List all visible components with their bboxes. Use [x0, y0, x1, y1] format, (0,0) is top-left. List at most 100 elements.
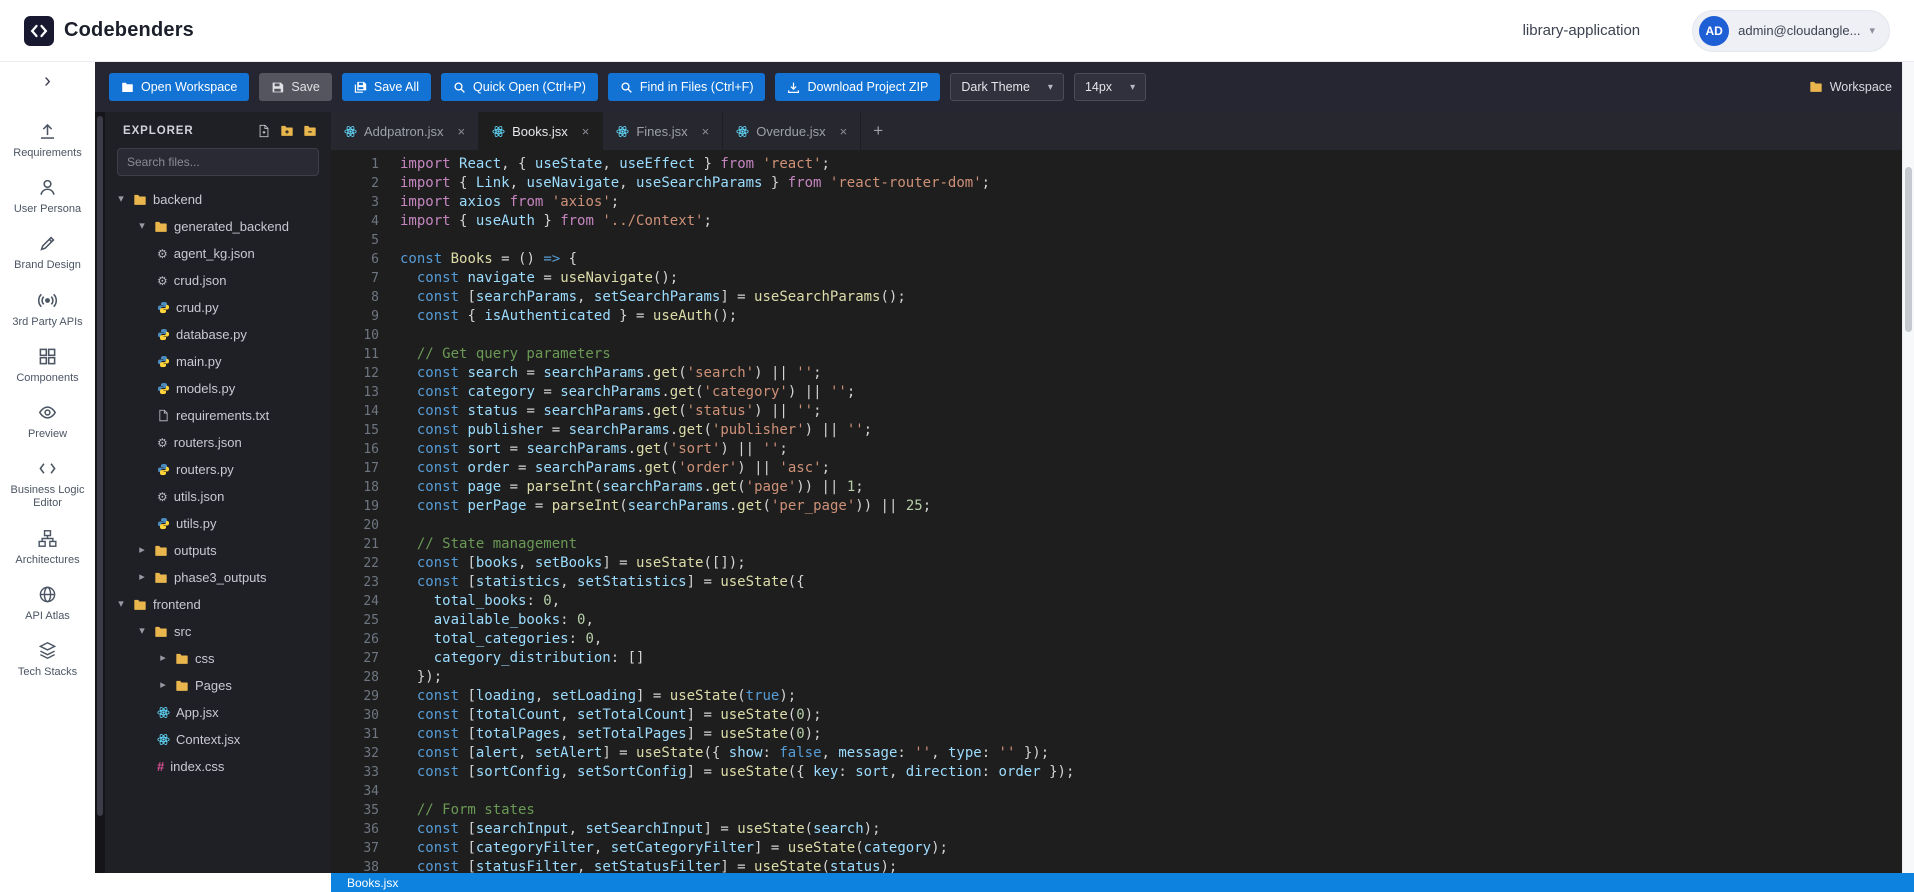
new-tab-button[interactable]: +	[861, 112, 895, 150]
code-line[interactable]: 28 });	[331, 668, 1914, 687]
collapse-folders-button[interactable]	[303, 124, 317, 138]
code-line[interactable]: 12 const search = searchParams.get('sear…	[331, 364, 1914, 383]
code-line[interactable]: 20	[331, 516, 1914, 535]
tree-file-utils.json[interactable]: ⚙ utils.json	[105, 483, 331, 510]
code-line[interactable]: 11 // Get query parameters	[331, 345, 1914, 364]
code-line[interactable]: 33 const [sortConfig, setSortConfig] = u…	[331, 763, 1914, 782]
code-line[interactable]: 31 const [totalPages, setTotalPages] = u…	[331, 725, 1914, 744]
tree-file-routers.py[interactable]: routers.py	[105, 456, 331, 483]
code-line[interactable]: 16 const sort = searchParams.get('sort')…	[331, 440, 1914, 459]
code-line[interactable]: 8 const [searchParams, setSearchParams] …	[331, 288, 1914, 307]
tree-folder-css[interactable]: ▸ css	[105, 645, 331, 672]
tree-folder-outputs[interactable]: ▸ outputs	[105, 537, 331, 564]
tree-file-requirements.txt[interactable]: requirements.txt	[105, 402, 331, 429]
tab-books-jsx[interactable]: Books.jsx ×	[479, 112, 604, 150]
sidebar-scrollbar[interactable]	[95, 112, 105, 873]
tab-overdue-jsx[interactable]: Overdue.jsx ×	[723, 112, 862, 150]
code-line[interactable]: 2 import { Link, useNavigate, useSearchPa…	[331, 174, 1914, 193]
code-line[interactable]: 6 const Books = () => {	[331, 250, 1914, 269]
find-in-files-button[interactable]: Find in Files (Ctrl+F)	[607, 73, 766, 101]
tree-folder-Pages[interactable]: ▸ Pages	[105, 672, 331, 699]
code-line[interactable]: 36 const [searchInput, setSearchInput] =…	[331, 820, 1914, 839]
close-icon[interactable]: ×	[582, 124, 590, 139]
code-line[interactable]: 22 const [books, setBooks] = useState([]…	[331, 554, 1914, 573]
account-menu[interactable]: AD admin@cloudangle... ▾	[1692, 9, 1890, 52]
code-line[interactable]: 14 const status = searchParams.get('stat…	[331, 402, 1914, 421]
download-project-zip-button[interactable]: Download Project ZIP	[775, 73, 941, 101]
sidebar-item-user-persona[interactable]: User Persona	[0, 178, 95, 216]
code-line[interactable]: 25 available_books: 0,	[331, 611, 1914, 630]
tree-folder-frontend[interactable]: ▾ frontend	[105, 591, 331, 618]
sidebar-item-requirements[interactable]: Requirements	[0, 122, 95, 160]
sidebar-item-brand-design[interactable]: Brand Design	[0, 234, 95, 272]
tree-folder-phase3_outputs[interactable]: ▸ phase3_outputs	[105, 564, 331, 591]
tree-file-routers.json[interactable]: ⚙ routers.json	[105, 429, 331, 456]
tree-file-agent_kg.json[interactable]: ⚙ agent_kg.json	[105, 240, 331, 267]
tree-file-App.jsx[interactable]: App.jsx	[105, 699, 331, 726]
sidebar-item-3rd-party-apis[interactable]: 3rd Party APIs	[0, 291, 95, 329]
collapse-sidebar-button[interactable]: ›	[44, 70, 51, 98]
code-line[interactable]: 1 import React, { useState, useEffect } f…	[331, 155, 1914, 174]
close-icon[interactable]: ×	[458, 124, 466, 139]
tree-folder-backend[interactable]: ▾ backend	[105, 186, 331, 213]
sidebar-item-business-logic-editor[interactable]: Business Logic Editor	[0, 459, 95, 510]
code-line[interactable]: 35 // Form states	[331, 801, 1914, 820]
new-folder-button[interactable]	[280, 124, 294, 138]
code-line[interactable]: 5	[331, 231, 1914, 250]
tree-file-database.py[interactable]: database.py	[105, 321, 331, 348]
tree-file-crud.json[interactable]: ⚙ crud.json	[105, 267, 331, 294]
code-line[interactable]: 4 import { useAuth } from '../Context';	[331, 212, 1914, 231]
tree-file-index.css[interactable]: # index.css	[105, 753, 331, 780]
code-line[interactable]: 18 const page = parseInt(searchParams.ge…	[331, 478, 1914, 497]
tree-file-models.py[interactable]: models.py	[105, 375, 331, 402]
scrollbar-thumb[interactable]	[1905, 167, 1912, 332]
new-file-button[interactable]	[257, 124, 271, 138]
code-line[interactable]: 26 total_categories: 0,	[331, 630, 1914, 649]
tree-folder-src[interactable]: ▾ src	[105, 618, 331, 645]
code-line[interactable]: 3 import axios from 'axios';	[331, 193, 1914, 212]
theme-select[interactable]: Dark Theme ▾	[950, 73, 1064, 101]
save-button[interactable]: Save	[259, 73, 332, 101]
tree-folder-generated_backend[interactable]: ▾ generated_backend	[105, 213, 331, 240]
code-line[interactable]: 9 const { isAuthenticated } = useAuth();	[331, 307, 1914, 326]
sidebar-item-preview[interactable]: Preview	[0, 403, 95, 441]
layers-icon	[38, 641, 57, 660]
tree-file-utils.py[interactable]: utils.py	[105, 510, 331, 537]
font-size-select-value: 14px	[1084, 80, 1113, 94]
sidebar-item-architectures[interactable]: Architectures	[0, 529, 95, 567]
code-line[interactable]: 32 const [alert, setAlert] = useState({ …	[331, 744, 1914, 763]
close-icon[interactable]: ×	[840, 124, 848, 139]
tab-fines-jsx[interactable]: Fines.jsx ×	[603, 112, 724, 150]
sidebar-item-api-atlas[interactable]: API Atlas	[0, 585, 95, 623]
code-line[interactable]: 10	[331, 326, 1914, 345]
quick-open-button[interactable]: Quick Open (Ctrl+P)	[441, 73, 598, 101]
search-input[interactable]	[117, 148, 319, 176]
code-line[interactable]: 27 category_distribution: []	[331, 649, 1914, 668]
scrollbar-thumb[interactable]	[97, 116, 103, 817]
code-line[interactable]: 19 const perPage = parseInt(searchParams…	[331, 497, 1914, 516]
code-line[interactable]: 30 const [totalCount, setTotalCount] = u…	[331, 706, 1914, 725]
close-icon[interactable]: ×	[702, 124, 710, 139]
code-line[interactable]: 23 const [statistics, setStatistics] = u…	[331, 573, 1914, 592]
code-line[interactable]: 29 const [loading, setLoading] = useStat…	[331, 687, 1914, 706]
code-line[interactable]: 21 // State management	[331, 535, 1914, 554]
code-line[interactable]: 38 const [statusFilter, setStatusFilter]…	[331, 858, 1914, 873]
code-area[interactable]: 1 import React, { useState, useEffect } f…	[331, 150, 1914, 873]
open-workspace-button[interactable]: Open Workspace	[109, 73, 250, 101]
tree-file-crud.py[interactable]: crud.py	[105, 294, 331, 321]
tab-addpatron-jsx[interactable]: Addpatron.jsx ×	[331, 112, 480, 150]
font-size-select[interactable]: 14px ▾	[1073, 73, 1147, 101]
code-line[interactable]: 13 const category = searchParams.get('ca…	[331, 383, 1914, 402]
code-line[interactable]: 7 const navigate = useNavigate();	[331, 269, 1914, 288]
code-line[interactable]: 37 const [categoryFilter, setCategoryFil…	[331, 839, 1914, 858]
sidebar-item-tech-stacks[interactable]: Tech Stacks	[0, 641, 95, 679]
tree-file-main.py[interactable]: main.py	[105, 348, 331, 375]
sidebar-item-components[interactable]: Components	[0, 347, 95, 385]
code-line[interactable]: 24 total_books: 0,	[331, 592, 1914, 611]
code-line[interactable]: 17 const order = searchParams.get('order…	[331, 459, 1914, 478]
window-scrollbar[interactable]	[1902, 62, 1914, 873]
tree-file-Context.jsx[interactable]: Context.jsx	[105, 726, 331, 753]
code-line[interactable]: 15 const publisher = searchParams.get('p…	[331, 421, 1914, 440]
code-line[interactable]: 34	[331, 782, 1914, 801]
save-all-button[interactable]: Save All	[341, 73, 432, 101]
